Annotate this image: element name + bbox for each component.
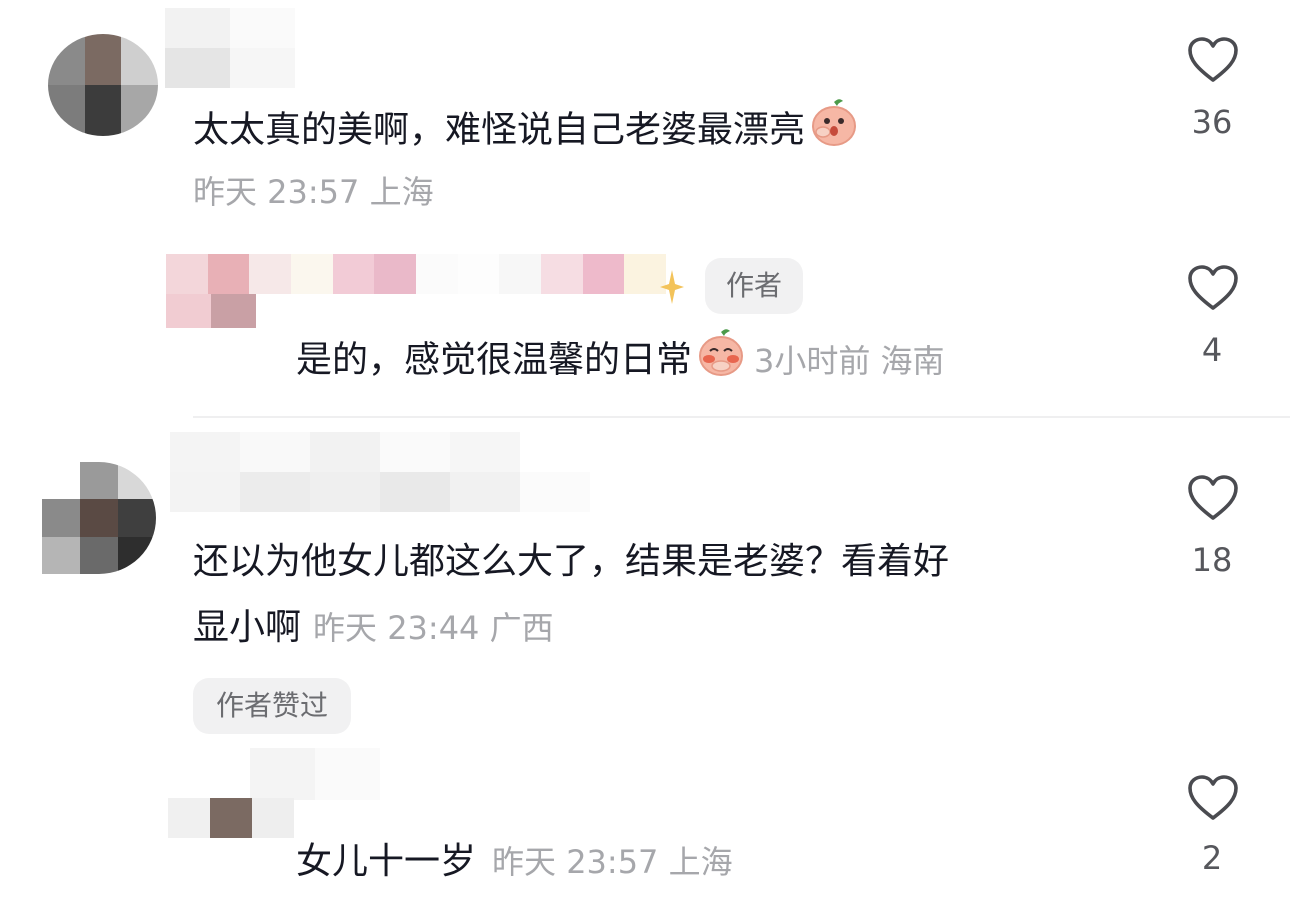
like-count: 4 bbox=[1201, 331, 1223, 369]
username-blurred[interactable] bbox=[165, 8, 295, 88]
username-blurred[interactable] bbox=[166, 254, 666, 294]
username-blurred[interactable] bbox=[250, 748, 380, 800]
username-blurred[interactable] bbox=[170, 432, 590, 512]
like-heart-icon[interactable] bbox=[1187, 474, 1239, 522]
avatar[interactable] bbox=[42, 462, 156, 574]
reply-text: 女儿十一岁 昨天 23:57 上海 bbox=[296, 841, 733, 882]
comment-text-line-1: 还以为他女儿都这么大了，结果是老婆？看着好 bbox=[193, 541, 950, 582]
comment-text: 太太真的美啊，难怪说自己老婆最漂亮 bbox=[193, 99, 859, 161]
peach-blushing-icon bbox=[696, 329, 746, 388]
peach-covering-mouth-icon bbox=[809, 99, 859, 158]
avatar[interactable] bbox=[168, 798, 294, 838]
comment-text-line-2: 显小啊 昨天 23:44 广西 bbox=[193, 607, 554, 648]
like-heart-icon[interactable] bbox=[1187, 264, 1239, 312]
reply-meta: 昨天 23:57 上海 bbox=[492, 843, 733, 881]
reply-meta: 3小时前 海南 bbox=[754, 341, 945, 380]
author-liked-badge: 作者赞过 bbox=[193, 678, 351, 734]
divider bbox=[193, 416, 1290, 418]
like-count: 2 bbox=[1201, 839, 1223, 877]
author-badge: 作者 bbox=[705, 258, 803, 314]
like-count: 36 bbox=[1191, 103, 1233, 141]
like-heart-icon[interactable] bbox=[1187, 774, 1239, 822]
sparkle-icon bbox=[660, 270, 684, 308]
avatar[interactable] bbox=[48, 34, 158, 136]
like-heart-icon[interactable] bbox=[1187, 36, 1239, 84]
comment-meta: 昨天 23:44 广西 bbox=[313, 609, 554, 647]
reply-text: 是的，感觉很温馨的日常 3小时前 海南 bbox=[296, 329, 945, 391]
comment-meta: 昨天 23:57 上海 bbox=[193, 173, 434, 211]
like-count: 18 bbox=[1191, 541, 1233, 579]
avatar[interactable] bbox=[166, 294, 256, 328]
